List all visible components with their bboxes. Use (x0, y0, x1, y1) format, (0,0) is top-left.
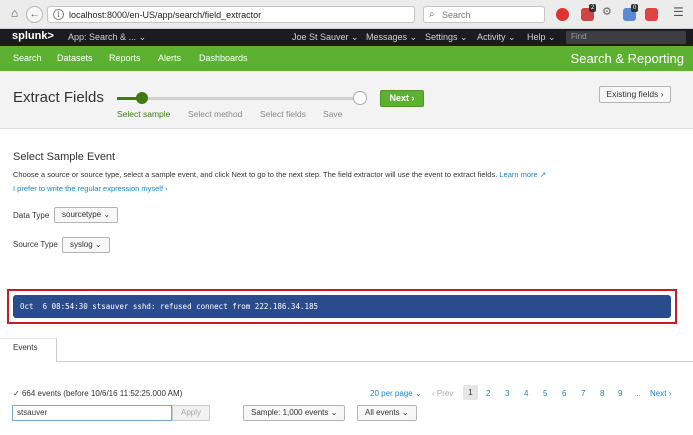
step-indicator-end (353, 91, 367, 105)
regex-manual-link[interactable]: I prefer to write the regular expression… (13, 184, 168, 193)
chevron-down-icon: ⌄ (414, 389, 422, 398)
back-icon[interactable]: ← (26, 6, 43, 23)
home-icon[interactable]: ⌂ (6, 6, 23, 23)
pagination-ellipsis: ... (634, 389, 641, 398)
page-9[interactable]: 9 (618, 389, 622, 398)
learn-more-link[interactable]: Learn more ↗ (499, 170, 546, 179)
nav-datasets[interactable]: Datasets (57, 53, 93, 63)
chevron-down-icon: ⌄ (460, 32, 468, 42)
event-filter-input[interactable]: stsauver (12, 405, 172, 421)
chevron-down-icon: ⌄ (94, 240, 102, 249)
data-type-select[interactable]: sourcetype ⌄ (54, 207, 119, 223)
page-7[interactable]: 7 (581, 389, 585, 398)
step-indicator-active (136, 92, 148, 104)
page-6[interactable]: 6 (562, 389, 566, 398)
nav-dashboards[interactable]: Dashboards (199, 53, 248, 63)
step-select-sample: Select sample (117, 109, 171, 119)
extension-badge: 0 (631, 4, 639, 12)
wizard-header: Extract Fields Select sample Select meth… (0, 71, 693, 129)
chevron-down-icon: ⌄ (409, 32, 418, 42)
app-nav-bar: Search Datasets Reports Alerts Dashboard… (0, 46, 693, 71)
all-events-select[interactable]: All events ⌄ (357, 405, 417, 421)
next-page-button[interactable]: Next › (650, 389, 671, 398)
tab-divider (0, 361, 693, 362)
browser-search-input[interactable]: ⌕ Search (423, 6, 545, 23)
gear-icon[interactable]: ⚙ (602, 5, 615, 18)
chevron-down-icon: ⌄ (103, 210, 111, 219)
page-1[interactable]: 1 (463, 385, 478, 400)
external-link-icon: ↗ (539, 170, 547, 179)
existing-fields-button[interactable]: Existing fields › (599, 86, 671, 103)
search-icon: ⌕ (429, 9, 435, 20)
chevron-left-icon: ‹ (432, 389, 435, 398)
splunk-top-bar: splunk> App: Search & ... ⌄ Joe St Sauve… (0, 29, 693, 46)
hamburger-menu-icon[interactable]: ☰ (673, 5, 686, 19)
settings-menu[interactable]: Settings ⌄ (425, 32, 468, 43)
description-text: Choose a source or source type, select a… (13, 170, 547, 179)
chevron-down-icon: ⌄ (330, 408, 338, 417)
info-icon[interactable]: i (53, 9, 64, 20)
app-menu[interactable]: App: Search & ... ⌄ (68, 32, 146, 43)
section-title: Select Sample Event (13, 151, 116, 163)
nav-search[interactable]: Search (13, 53, 42, 63)
step-select-fields: Select fields (260, 109, 306, 119)
chevron-down-icon: ⌄ (548, 32, 556, 42)
find-input[interactable]: Find (566, 31, 686, 44)
chevron-down-icon: ⌄ (138, 32, 147, 42)
chevron-down-icon: ⌄ (401, 408, 409, 417)
nav-alerts[interactable]: Alerts (158, 53, 181, 63)
tab-events-label: Events (13, 343, 38, 352)
step-save: Save (323, 109, 343, 119)
user-menu[interactable]: Joe St Sauver ⌄ (292, 32, 359, 43)
url-bar[interactable]: i localhost:8000/en-US/app/search/field_… (47, 6, 454, 23)
sample-size-select[interactable]: Sample: 1,000 events ⌄ (243, 405, 346, 421)
app-title: Search & Reporting (570, 51, 684, 66)
chevron-right-icon: › (165, 184, 168, 193)
page-8[interactable]: 8 (600, 389, 604, 398)
data-type-label: Data Type (13, 211, 50, 220)
nav-reports[interactable]: Reports (109, 53, 141, 63)
step-select-method: Select method (188, 109, 243, 119)
apply-button[interactable]: Apply (172, 405, 210, 421)
prev-page-button[interactable]: ‹ Prev (432, 389, 453, 398)
next-button[interactable]: Next › (380, 90, 424, 107)
shield-icon[interactable] (645, 8, 658, 21)
page-3[interactable]: 3 (505, 389, 509, 398)
sample-event-row[interactable]: Oct 6 08:54:30 stsauver sshd: refused co… (13, 295, 671, 318)
chevron-down-icon: ⌄ (351, 32, 359, 42)
page-4[interactable]: 4 (524, 389, 528, 398)
splunk-logo[interactable]: splunk> (12, 30, 54, 42)
chevron-right-icon: › (660, 89, 664, 99)
page-5[interactable]: 5 (543, 389, 547, 398)
messages-menu[interactable]: Messages ⌄ (366, 32, 417, 43)
sample-event-highlight: Oct 6 08:54:30 stsauver sshd: refused co… (7, 289, 677, 324)
page-title: Extract Fields (13, 89, 104, 106)
extension-badge: 2 (589, 4, 597, 12)
check-icon: ✓ (13, 389, 20, 398)
per-page-select[interactable]: 20 per page ⌄ (370, 389, 422, 398)
progress-track (117, 97, 361, 100)
chevron-right-icon: › (668, 389, 672, 398)
url-text: localhost:8000/en-US/app/search/field_ex… (69, 10, 262, 20)
event-count: ✓ 664 events (before 10/6/16 11:52:25.00… (13, 389, 183, 398)
source-type-label: Source Type (13, 240, 58, 249)
chevron-down-icon: ⌄ (508, 32, 516, 42)
adblock-extension-icon[interactable] (556, 8, 569, 21)
help-menu[interactable]: Help ⌄ (527, 32, 556, 43)
activity-menu[interactable]: Activity ⌄ (477, 32, 516, 43)
browser-toolbar: ⌂ ← i localhost:8000/en-US/app/search/fi… (0, 0, 693, 29)
source-type-select[interactable]: syslog ⌄ (62, 237, 110, 253)
chevron-right-icon: › (411, 93, 415, 103)
search-placeholder: Search (442, 10, 471, 20)
page-2[interactable]: 2 (486, 389, 490, 398)
